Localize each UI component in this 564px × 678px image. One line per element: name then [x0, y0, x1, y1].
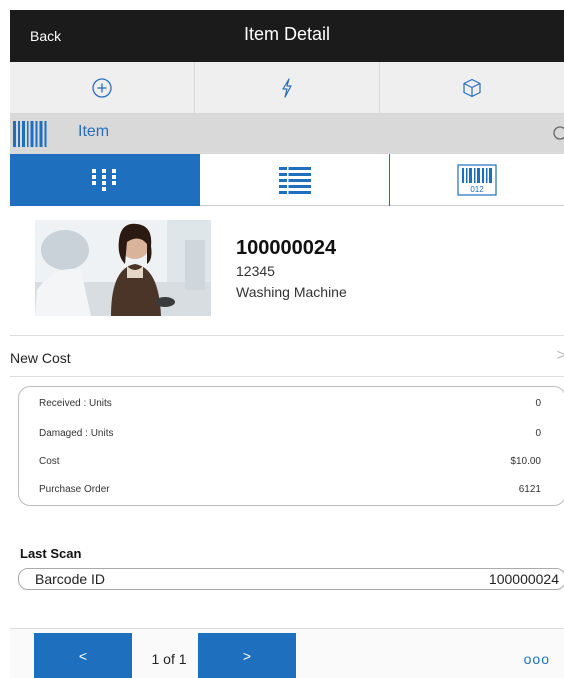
scan-bar — [10, 114, 564, 154]
detail-value: 6121 — [518, 484, 541, 495]
barcode-id-field: Barcode ID 100000024 — [18, 568, 564, 590]
item-image — [35, 220, 211, 316]
page-title: Item Detail — [243, 24, 331, 44]
more-options-button[interactable]: ooo — [524, 651, 550, 667]
barcode-view-icon: 012 — [457, 164, 497, 196]
footer-bar: < 1 of 1 > ooo — [10, 628, 564, 678]
item-code: 12345 — [236, 263, 275, 279]
previous-button[interactable]: < — [34, 633, 132, 678]
barcode-id-label: Barcode ID — [35, 571, 106, 587]
quick-action-button[interactable] — [195, 62, 380, 113]
barcode-view-caption: 012 — [470, 185, 484, 194]
next-button[interactable]: > — [198, 633, 296, 678]
package-button[interactable] — [380, 62, 564, 113]
detail-panel: Received : Units 0 Damaged : Units 0 Cos… — [18, 386, 564, 506]
new-cost-row[interactable]: New Cost > — [10, 335, 564, 377]
detail-row-cost: Cost $10.00 — [39, 456, 541, 467]
page-indicator: 1 of 1 — [151, 651, 187, 667]
detail-row-damaged: Damaged : Units 0 — [39, 428, 541, 439]
detail-value: $10.00 — [510, 456, 541, 467]
tab-barcode-view[interactable]: 012 — [390, 154, 564, 206]
view-tabs: 012 — [10, 154, 564, 206]
item-number: 100000024 — [236, 237, 337, 259]
title-bar: Back Item Detail — [10, 10, 564, 62]
tab-grid-view[interactable] — [10, 154, 200, 206]
add-button[interactable] — [10, 62, 195, 113]
list-view-icon — [278, 167, 311, 194]
item-description: Washing Machine — [236, 284, 347, 300]
grid-view-icon — [91, 169, 116, 191]
item-scan-input[interactable] — [78, 123, 478, 141]
chevron-right-icon: > — [556, 347, 564, 364]
new-cost-label: New Cost — [10, 350, 71, 366]
action-bar — [10, 62, 564, 114]
detail-value: 0 — [535, 428, 541, 439]
detail-label: Received : Units — [39, 398, 112, 409]
last-scan-heading: Last Scan — [20, 546, 82, 561]
box-icon — [463, 78, 481, 97]
lightning-icon — [282, 77, 292, 98]
barcode-id-value: 100000024 — [488, 571, 559, 587]
barcode-icon — [13, 121, 47, 147]
detail-value: 0 — [535, 398, 541, 409]
detail-row-received: Received : Units 0 — [39, 398, 541, 409]
detail-label: Damaged : Units — [39, 428, 114, 439]
tab-list-view[interactable] — [200, 154, 390, 206]
detail-row-purchase-order: Purchase Order 6121 — [39, 484, 541, 495]
plus-circle-icon — [92, 77, 112, 98]
item-summary: 100000024 12345 Washing Machine — [10, 206, 564, 334]
detail-label: Purchase Order — [39, 484, 110, 495]
detail-label: Cost — [39, 456, 60, 467]
search-icon[interactable] — [552, 125, 564, 143]
